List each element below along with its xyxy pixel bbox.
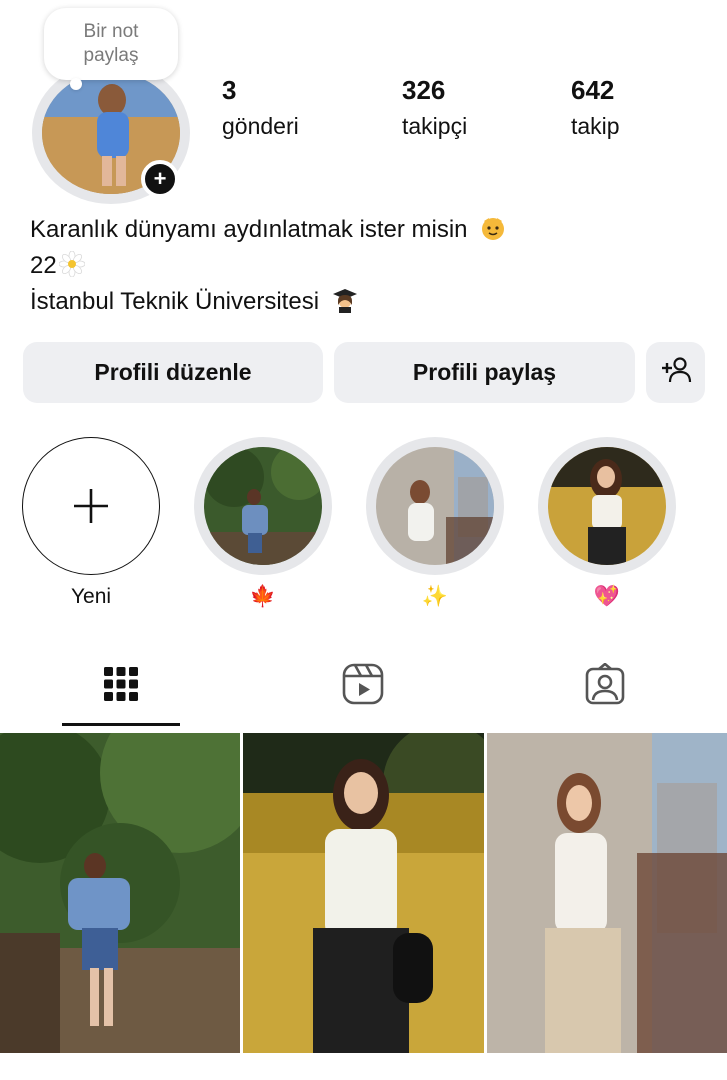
post-thumbnail[interactable]: [487, 733, 727, 1053]
note-bubble[interactable]: Bir not paylaş: [44, 8, 178, 80]
highlight-cover: [204, 447, 322, 565]
bio-line2: 22: [30, 252, 57, 279]
highlight-cover: [548, 447, 666, 565]
post-thumbnail[interactable]: [0, 733, 240, 1053]
note-text-line1: Bir not: [83, 21, 139, 42]
tab-posts-grid[interactable]: [61, 650, 181, 722]
following-count: 642: [571, 75, 615, 105]
highlight-label: 🍁: [249, 585, 277, 608]
discover-people-button[interactable]: [646, 342, 705, 403]
bio: Karanlık dünyamı aydınlatmak ister misin…: [30, 212, 506, 320]
posts-stat[interactable]: 3 gönderi: [222, 72, 299, 144]
note-text-line2: paylaş: [83, 45, 139, 66]
bio-line1: Karanlık dünyamı aydınlatmak ister misin: [30, 216, 468, 243]
highlight-new[interactable]: Yeni: [21, 437, 161, 611]
tab-tagged[interactable]: [545, 650, 665, 722]
post-thumbnail[interactable]: [243, 733, 484, 1053]
highlight-new-circle[interactable]: [22, 437, 160, 575]
highlight-ring: [538, 437, 676, 575]
following-label: takip: [571, 113, 620, 139]
add-person-icon: [660, 356, 692, 390]
following-stat[interactable]: 642 takip: [571, 72, 620, 144]
followers-label: takipçi: [402, 113, 468, 139]
reels-icon: [342, 663, 384, 710]
highlight-ring: [366, 437, 504, 575]
plus-icon: +: [153, 166, 167, 191]
highlight-label: 💖: [593, 585, 621, 608]
tagged-icon: [584, 661, 626, 710]
highlight-label: ✨: [421, 585, 449, 608]
note-bubble-tail: [70, 78, 82, 90]
posts-count: 3: [222, 75, 237, 105]
highlight-ring: [194, 437, 332, 575]
highlight-cover: [376, 447, 494, 565]
followers-stat[interactable]: 326 takipçi: [402, 72, 467, 144]
student-emoji-icon: [332, 287, 358, 313]
highlight-item[interactable]: ✨: [365, 437, 505, 611]
share-profile-button[interactable]: Profili paylaş: [334, 342, 635, 403]
plus-icon: [23, 438, 159, 574]
posts-label: gönderi: [222, 113, 299, 139]
bio-line3: İstanbul Teknik Üniversitesi: [30, 288, 320, 315]
highlight-label: Yeni: [70, 585, 112, 608]
highlight-item[interactable]: 🍁: [193, 437, 333, 611]
cat-emoji-icon: [480, 215, 506, 241]
grid-icon: [103, 666, 139, 707]
tab-reels[interactable]: [303, 650, 423, 722]
add-story-button[interactable]: +: [141, 160, 179, 198]
active-tab-indicator: [62, 723, 180, 726]
daisy-emoji-icon: [58, 250, 86, 278]
highlight-item[interactable]: 💖: [537, 437, 677, 611]
followers-count: 326: [402, 75, 446, 105]
edit-profile-button[interactable]: Profili düzenle: [23, 342, 323, 403]
